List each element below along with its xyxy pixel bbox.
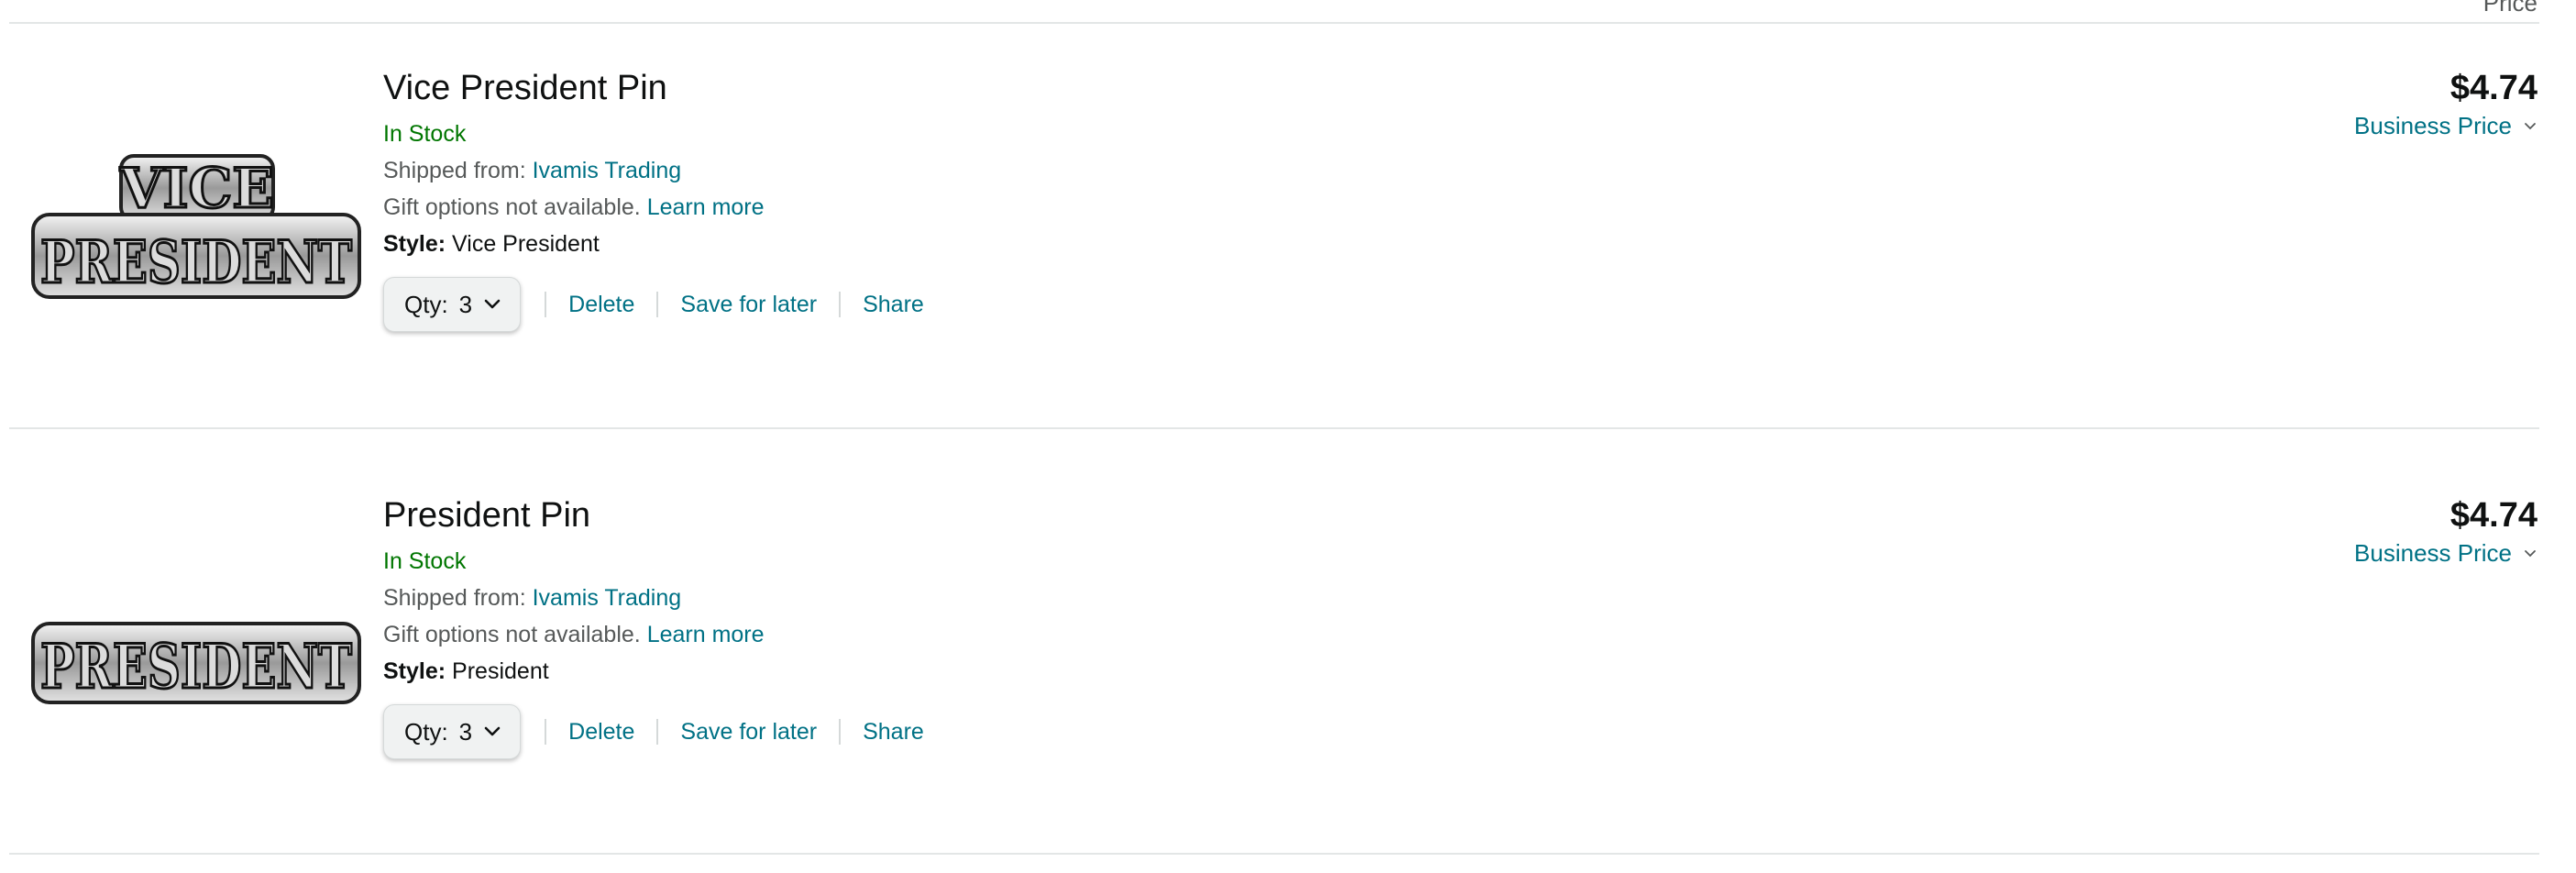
item-price: $4.74 xyxy=(2449,496,2537,535)
price-block: $4.74 Business Price xyxy=(2354,66,2537,140)
quantity-dropdown[interactable]: Qty: 3 xyxy=(383,704,522,759)
chevron-down-icon xyxy=(484,299,501,309)
action-separator xyxy=(545,292,547,317)
save-for-later-button[interactable]: Save for later xyxy=(680,292,817,318)
gift-options-text: Gift options not available. xyxy=(383,194,641,220)
seller-link[interactable]: Ivamis Trading xyxy=(533,158,682,183)
action-separator xyxy=(656,719,659,745)
style-line: Style: President xyxy=(383,653,2033,690)
item-actions: Qty: 3 Delete Save for later Share xyxy=(383,277,2033,332)
business-price-toggle[interactable]: Business Price xyxy=(2354,539,2537,568)
stock-status: In Stock xyxy=(383,121,467,147)
learn-more-link[interactable]: Learn more xyxy=(647,194,765,220)
price-block: $4.74 Business Price xyxy=(2354,493,2537,568)
qty-value: 3 xyxy=(458,290,473,318)
chevron-down-icon xyxy=(484,726,501,736)
chevron-down-icon xyxy=(2525,122,2536,129)
gift-options-line: Gift options not available. Learn more xyxy=(383,189,2033,226)
delete-button[interactable]: Delete xyxy=(568,292,634,318)
business-price-label: Business Price xyxy=(2354,539,2512,567)
chevron-down-icon xyxy=(2525,549,2536,557)
seller-link[interactable]: Ivamis Trading xyxy=(533,585,682,611)
cart-item-vice-president-pin: VICE PRESIDENT Vice President Pin In Sto… xyxy=(0,24,2576,451)
action-separator xyxy=(656,292,659,317)
share-button[interactable]: Share xyxy=(863,292,924,318)
product-image[interactable]: VICE PRESIDENT xyxy=(29,149,363,304)
svg-text:VICE: VICE xyxy=(119,157,274,221)
qty-label: Qty: xyxy=(404,717,448,746)
price-column-header: Price xyxy=(2482,0,2537,17)
item-details: Vice President Pin In Stock Shipped from… xyxy=(383,66,2033,332)
svg-text:PRESIDENT: PRESIDENT xyxy=(40,228,352,297)
divider xyxy=(9,853,2539,855)
item-title[interactable]: Vice President Pin xyxy=(383,66,2033,110)
gift-options-line: Gift options not available. Learn more xyxy=(383,616,2033,653)
shipped-from-label: Shipped from: xyxy=(383,158,526,183)
style-label: Style: xyxy=(383,658,446,684)
quantity-dropdown[interactable]: Qty: 3 xyxy=(383,277,522,332)
save-for-later-button[interactable]: Save for later xyxy=(680,719,817,746)
cart-item-president-pin: PRESIDENT President Pin In Stock Shipped… xyxy=(0,451,2576,873)
divider xyxy=(9,427,2539,429)
learn-more-link[interactable]: Learn more xyxy=(647,622,765,647)
action-separator xyxy=(839,292,842,317)
shipped-from-line: Shipped from: Ivamis Trading xyxy=(383,580,2033,616)
qty-label: Qty: xyxy=(404,290,448,318)
action-separator xyxy=(839,719,842,745)
cart-page: Price VICE PRESIDENT Vice President Pin xyxy=(0,0,2576,873)
style-label: Style: xyxy=(383,231,446,257)
item-actions: Qty: 3 Delete Save for later Share xyxy=(383,704,2033,759)
shipped-from-line: Shipped from: Ivamis Trading xyxy=(383,152,2033,189)
qty-value: 3 xyxy=(458,717,473,746)
business-price-label: Business Price xyxy=(2354,112,2512,139)
product-image[interactable]: PRESIDENT xyxy=(29,598,363,726)
style-value: President xyxy=(452,658,549,684)
item-title[interactable]: President Pin xyxy=(383,493,2033,537)
action-separator xyxy=(545,719,547,745)
stock-status: In Stock xyxy=(383,548,467,574)
gift-options-text: Gift options not available. xyxy=(383,622,641,647)
vice-president-pin-image: VICE PRESIDENT xyxy=(31,154,361,299)
shipped-from-label: Shipped from: xyxy=(383,585,526,611)
president-pin-image: PRESIDENT xyxy=(31,622,361,704)
share-button[interactable]: Share xyxy=(863,719,924,746)
item-details: President Pin In Stock Shipped from: Iva… xyxy=(383,493,2033,759)
style-value: Vice President xyxy=(452,231,600,257)
delete-button[interactable]: Delete xyxy=(568,719,634,746)
svg-text:PRESIDENT: PRESIDENT xyxy=(40,631,352,702)
business-price-toggle[interactable]: Business Price xyxy=(2354,112,2537,140)
item-price: $4.74 xyxy=(2449,69,2537,107)
style-line: Style: Vice President xyxy=(383,226,2033,262)
